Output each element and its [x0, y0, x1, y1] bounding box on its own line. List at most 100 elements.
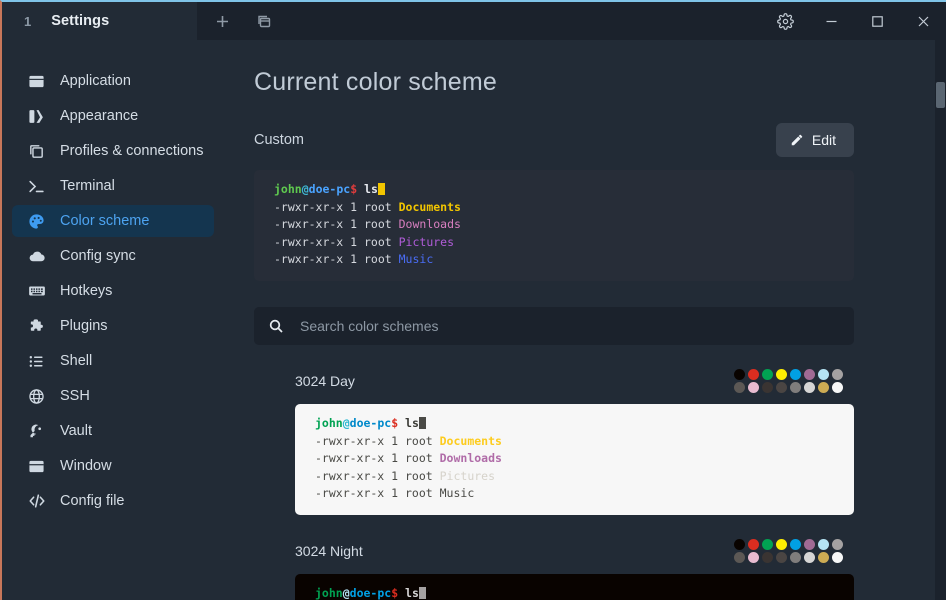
- terminal-prompt-icon: [27, 177, 46, 196]
- scheme-item[interactable]: 3024 Night john@doe-pc$ ls-rwxr-xr-x 1 ro…: [254, 538, 854, 600]
- terminal-output-line: -rwxr-xr-x 1 root Downloads: [315, 451, 502, 466]
- search-bar[interactable]: [254, 306, 854, 345]
- color-swatch: [776, 368, 787, 380]
- color-swatch: [776, 381, 787, 393]
- cloud-icon: [27, 247, 46, 266]
- sidebar-item-application[interactable]: Application: [12, 65, 214, 97]
- main-content: Current color scheme Custom Edit john@do…: [226, 40, 946, 600]
- color-swatch: [762, 381, 773, 393]
- sidebar-item-color-scheme[interactable]: Color scheme: [12, 205, 214, 237]
- sidebar-item-label: Window: [60, 458, 112, 474]
- sidebar-item-profiles-connections[interactable]: Profiles & connections: [12, 135, 214, 167]
- sidebar: Application Appearance Profiles & connecti…: [2, 40, 226, 600]
- application-window-icon: [27, 72, 46, 91]
- color-swatch: [818, 551, 829, 563]
- sidebar-item-label: Color scheme: [60, 213, 150, 229]
- tabbar-actions: [197, 2, 281, 40]
- terminal-output-line: -rwxr-xr-x 1 root Downloads: [274, 217, 461, 232]
- color-swatch: [762, 551, 773, 563]
- window-icon: [27, 457, 46, 476]
- sidebar-item-shell[interactable]: Shell: [12, 345, 214, 377]
- scheme-swatches: [734, 538, 844, 563]
- current-scheme-preview: john@doe-pc$ ls -rwxr-xr-x 1 root Documen…: [254, 170, 854, 281]
- sidebar-item-config-sync[interactable]: Config sync: [12, 240, 214, 272]
- tab-settings[interactable]: 1 Settings: [2, 2, 197, 40]
- scheme-list: 3024 Day john@doe-pc$ ls -rwxr-xr-x 1 root…: [254, 368, 854, 600]
- sidebar-item-appearance[interactable]: Appearance: [12, 100, 214, 132]
- terminal-cursor: [418, 416, 426, 429]
- tab-index-label: 1: [24, 13, 32, 29]
- edit-button[interactable]: Edit: [775, 123, 854, 157]
- sidebar-item-hotkeys[interactable]: Hotkeys: [12, 275, 214, 307]
- titlebar-spacer: [281, 2, 762, 40]
- scrollbar-thumb[interactable]: [936, 82, 945, 108]
- scheme-header: 3024 Night: [295, 538, 854, 563]
- key-icon: [27, 422, 46, 441]
- color-swatch: [790, 551, 801, 563]
- color-swatch: [832, 368, 843, 380]
- terminal-output-line: -rwxr-xr-x 1 root Documents: [315, 433, 502, 448]
- sidebar-item-label: Vault: [60, 423, 92, 439]
- color-swatch: [818, 538, 829, 550]
- current-scheme-header: Custom Edit: [254, 123, 854, 157]
- color-swatch: [790, 538, 801, 550]
- profiles-stack-icon: [27, 142, 46, 161]
- terminal-cursor: [377, 183, 385, 195]
- code-brackets-icon: [27, 492, 46, 511]
- color-swatch: [832, 551, 843, 563]
- appearance-palette-icon: [27, 107, 46, 126]
- color-swatch: [734, 368, 745, 380]
- window-panes-icon[interactable]: [247, 4, 281, 38]
- terminal-output-line: -rwxr-xr-x 1 root Pictures: [315, 468, 496, 483]
- terminal-output-line: -rwxr-xr-x 1 root Music: [274, 252, 434, 267]
- color-swatch: [734, 538, 745, 550]
- sidebar-item-ssh[interactable]: SSH: [12, 380, 214, 412]
- plus-icon[interactable]: [205, 4, 239, 38]
- close-icon[interactable]: [900, 2, 946, 40]
- scheme-item[interactable]: 3024 Day john@doe-pc$ ls -rwxr-xr-x 1 root…: [254, 368, 854, 515]
- sidebar-item-label: Appearance: [60, 108, 139, 124]
- maximize-icon[interactable]: [854, 2, 900, 40]
- settings-window: 1 Settings Application Appearance Profil…: [0, 0, 946, 600]
- color-swatch: [734, 551, 745, 563]
- pencil-icon: [790, 133, 804, 147]
- sidebar-item-plugins[interactable]: Plugins: [12, 310, 214, 342]
- color-swatch: [748, 368, 759, 380]
- list-icon: [27, 352, 46, 371]
- sidebar-item-label: SSH: [60, 388, 90, 404]
- sidebar-item-label: Terminal: [60, 178, 115, 194]
- sidebar-item-vault[interactable]: Vault: [12, 415, 214, 447]
- sidebar-item-window[interactable]: Window: [12, 450, 214, 482]
- color-swatch: [762, 538, 773, 550]
- sidebar-item-label: Profiles & connections: [60, 143, 204, 159]
- color-swatch: [762, 368, 773, 380]
- title-bar: 1 Settings: [2, 2, 946, 40]
- puzzle-piece-icon: [27, 317, 46, 336]
- color-swatch: [748, 381, 759, 393]
- sidebar-item-label: Plugins: [60, 318, 108, 334]
- sidebar-item-label: Config file: [60, 493, 125, 509]
- terminal-prompt-line: john@doe-pc$ ls: [315, 585, 834, 600]
- minimize-icon[interactable]: [808, 2, 854, 40]
- terminal-preview: john@doe-pc$ ls-rwxr-xr-x 1 root Documen…: [295, 403, 854, 515]
- terminal-output-line: -rwxr-xr-x 1 root Documents: [274, 199, 461, 214]
- terminal-output-line: -rwxr-xr-x 1 root Music: [315, 486, 475, 501]
- color-swatch: [832, 538, 843, 550]
- scheme-name: 3024 Day: [295, 372, 355, 389]
- content-scrollbar[interactable]: [935, 40, 946, 600]
- edit-button-label: Edit: [811, 132, 836, 148]
- search-input[interactable]: [300, 317, 840, 334]
- gear-icon[interactable]: [762, 2, 808, 40]
- color-swatch: [776, 538, 787, 550]
- current-scheme-name: Custom: [254, 132, 304, 148]
- sidebar-item-label: Config sync: [60, 248, 136, 264]
- sidebar-item-label: Application: [60, 73, 131, 89]
- color-swatch: [804, 538, 815, 550]
- keyboard-icon: [27, 282, 46, 301]
- terminal-output-line: -rwxr-xr-x 1 root Pictures: [274, 234, 455, 249]
- window-controls: [762, 2, 946, 40]
- terminal-preview: john@doe-pc$ ls-rwxr-xr-x 1 root Documen…: [295, 573, 854, 600]
- sidebar-item-config-file[interactable]: Config file: [12, 485, 214, 517]
- color-swatch: [804, 368, 815, 380]
- sidebar-item-terminal[interactable]: Terminal: [12, 170, 214, 202]
